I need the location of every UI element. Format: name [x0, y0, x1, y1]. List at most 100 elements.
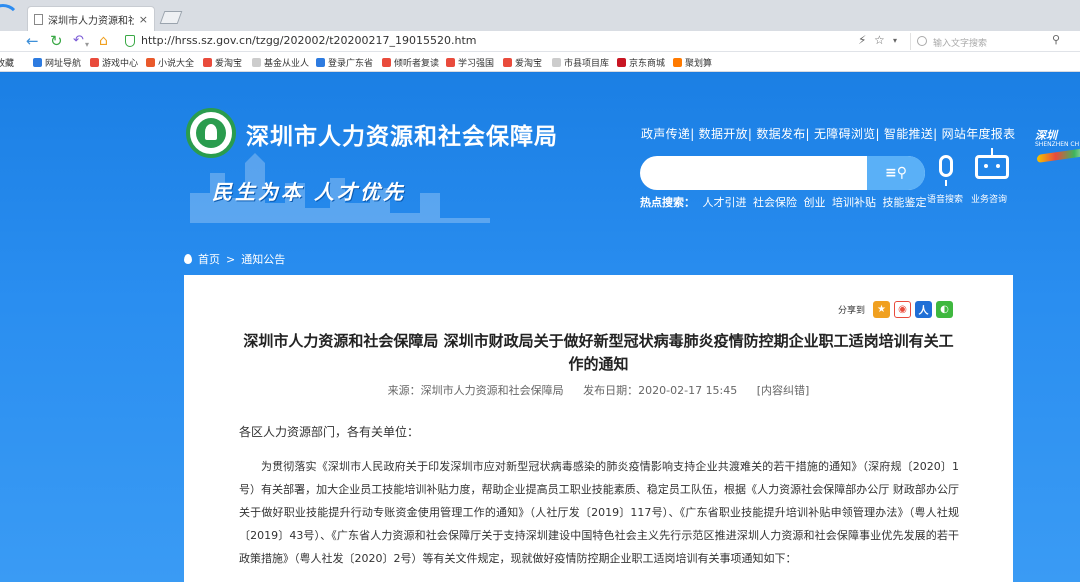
search-placeholder: 输入文字搜索 [933, 39, 988, 49]
site-title[interactable]: 深圳市人力资源和社会保障局 [246, 117, 558, 151]
hot-search: 热点搜索： 人才引进 社会保险 创业 培训补贴 技能鉴定 [640, 194, 930, 210]
bookmark-item[interactable]: 倾听者复读 [382, 56, 439, 69]
article-source: 来源：深圳市人力资源和社会保障局 [387, 384, 564, 397]
bookmark-icon [673, 58, 682, 67]
breadcrumb-separator: > [226, 252, 236, 266]
bookmark-label: 爱淘宝 [215, 59, 243, 69]
location-pin-icon [184, 254, 192, 264]
article-title: 深圳市人力资源和社会保障局 深圳市财政局关于做好新型冠状病毒肺炎疫情防控期企业职… [243, 332, 954, 373]
browser-tab-bar: 深圳市人力资源和社会保 × [0, 0, 1080, 38]
bookmark-label: 收藏 [0, 59, 15, 69]
browser-tab[interactable]: 深圳市人力资源和社会保 × [27, 6, 155, 31]
consult-label[interactable]: 业务咨询 [971, 192, 1007, 205]
new-tab-button[interactable] [159, 11, 183, 24]
bookmark-item[interactable]: 小说大全 [146, 56, 194, 69]
bookmark-item[interactable]: 爱淘宝 [503, 56, 542, 69]
bookmark-label: 爱淘宝 [515, 59, 543, 69]
bookmark-icon [446, 58, 455, 67]
bookmark-icon [33, 58, 42, 67]
bookmark-icon [252, 58, 261, 67]
security-shield-icon[interactable] [125, 35, 135, 47]
bookmark-item[interactable]: 学习强国 [446, 56, 494, 69]
tab-close-icon[interactable]: × [139, 13, 148, 26]
bookmark-item[interactable]: 市县项目库 [552, 56, 609, 69]
hot-item-insurance[interactable]: 社会保险 [753, 196, 797, 209]
bookmark-label: 登录广东省 [328, 59, 374, 69]
renren-share-icon[interactable]: 人 [915, 301, 932, 318]
address-bar: ← ↻ ↶ ▾ ⌂ http://hrss.sz.gov.cn/tzgg/202… [0, 31, 1080, 52]
search-engine-icon[interactable] [917, 36, 927, 46]
bookmark-icon [316, 58, 325, 67]
bookmark-item[interactable]: 京东商城 [617, 56, 665, 69]
bookmark-icon [382, 58, 391, 67]
wechat-share-icon[interactable]: ◐ [936, 301, 953, 318]
lightning-icon[interactable]: ⚡ [858, 33, 866, 47]
hot-search-label: 热点搜索： [640, 196, 695, 209]
article-meta: 来源：深圳市人力资源和社会保障局 发布日期：2020-02-17 15:45 [… [184, 382, 1013, 398]
consult-button[interactable] [972, 148, 1012, 179]
bookmark-label: 基金从业人 [264, 59, 310, 69]
content-correction-link[interactable]: [内容纠错] [757, 384, 810, 397]
search-icon: ≡⚲ [885, 165, 907, 181]
article-paragraph: 为贯彻落实《深圳市人民政府关于印发深圳市应对新型冠状病毒感染的肺炎疫情影响支持企… [239, 460, 959, 565]
bookmark-icon [503, 58, 512, 67]
undo-icon[interactable]: ↶ [73, 32, 84, 50]
hot-item-startup[interactable]: 创业 [804, 196, 826, 209]
bookmark-item[interactable]: 基金从业人 [252, 56, 309, 69]
bookmark-item[interactable]: 爱淘宝 [203, 56, 242, 69]
bookmark-icon [146, 58, 155, 67]
hot-item-talent[interactable]: 人才引进 [703, 196, 747, 209]
bookmark-label: 倾听者复读 [394, 59, 440, 69]
article-date: 发布日期：2020-02-17 15:45 [583, 384, 738, 397]
tab-title: 深圳市人力资源和社会保 [48, 15, 134, 27]
back-icon[interactable]: ← [26, 32, 39, 50]
search-icon[interactable]: ⚲ [1052, 33, 1060, 46]
home-icon[interactable]: ⌂ [99, 32, 108, 50]
bookmark-item[interactable]: 登录广东省 [316, 56, 373, 69]
top-links[interactable]: 政声传递| 数据开放| 数据发布| 无障碍浏览| 智能推送| 网站年度报表 [641, 125, 1015, 142]
bookmark-item[interactable]: 聚划算 [673, 56, 712, 69]
hot-item-training-subsidy[interactable]: 培训补贴 [832, 196, 876, 209]
sz-logo-subtext: SHENZHEN CH [1035, 141, 1080, 148]
site-search-button[interactable]: ≡⚲ [867, 156, 925, 190]
bookmark-icon [90, 58, 99, 67]
bookmark-label: 聚划算 [685, 59, 713, 69]
article-salutation: 各区人力资源部门，各有关单位： [239, 425, 420, 439]
hot-item-skill-appraisal[interactable]: 技能鉴定 [883, 196, 927, 209]
bookmark-icon [552, 58, 561, 67]
voice-search-button[interactable] [928, 155, 964, 186]
bookmark-label: 游戏中心 [102, 59, 139, 69]
dropdown-icon[interactable]: ▾ [893, 36, 897, 45]
share-label: 分享到 [837, 306, 865, 316]
bookmark-item[interactable]: 网址导航 [33, 56, 81, 69]
breadcrumb-home[interactable]: 首页 [198, 251, 220, 267]
bookmark-icon [617, 58, 626, 67]
qzone-share-icon[interactable]: ★ [873, 301, 890, 318]
robot-icon [975, 148, 1009, 179]
microphone-icon [939, 155, 953, 186]
bookmark-item[interactable]: 收藏 [0, 56, 14, 69]
weibo-share-icon[interactable]: ◉ [894, 301, 911, 318]
breadcrumb: 首页 > 通知公告 [184, 251, 285, 267]
share-bar: 分享到 ★ ◉ 人 ◐ [838, 301, 953, 318]
refresh-icon[interactable]: ↻ [50, 32, 63, 50]
favorite-star-icon[interactable]: ☆ [874, 33, 885, 47]
page-icon [34, 13, 43, 25]
breadcrumb-current[interactable]: 通知公告 [241, 251, 285, 267]
web-page: 深圳市人力资源和社会保障局 民生为本 人才优先 政声传递| 数据开放| 数据发布… [0, 73, 1080, 582]
bookmark-label: 网址导航 [45, 59, 82, 69]
bookmark-icon [203, 58, 212, 67]
voice-search-label[interactable]: 语音搜索 [927, 192, 963, 205]
browser-search-input[interactable]: 输入文字搜索 ⚲ [910, 33, 1070, 50]
bookmark-label: 学习强国 [458, 59, 495, 69]
shenzhen-logo: 深圳 SHENZHEN CH [1033, 125, 1080, 175]
article-card: 分享到 ★ ◉ 人 ◐ 深圳市人力资源和社会保障局 深圳市财政局关于做好新型冠状… [184, 275, 1013, 582]
url-input[interactable]: http://hrss.sz.gov.cn/tzgg/202002/t20200… [141, 34, 476, 47]
bookmark-label: 小说大全 [158, 59, 195, 69]
bookmarks-bar: 收藏 网址导航 游戏中心 小说大全 爱淘宝 基金从业人 登录广东省 倾听者复读 学习强国 爱淘宝 市… [0, 52, 1080, 72]
site-emblem-logo[interactable] [186, 108, 236, 158]
bookmark-label: 市县项目库 [564, 59, 610, 69]
bookmark-item[interactable]: 游戏中心 [90, 56, 138, 69]
bookmark-label: 京东商城 [629, 59, 666, 69]
site-slogan: 民生为本 人才优先 [212, 180, 406, 204]
